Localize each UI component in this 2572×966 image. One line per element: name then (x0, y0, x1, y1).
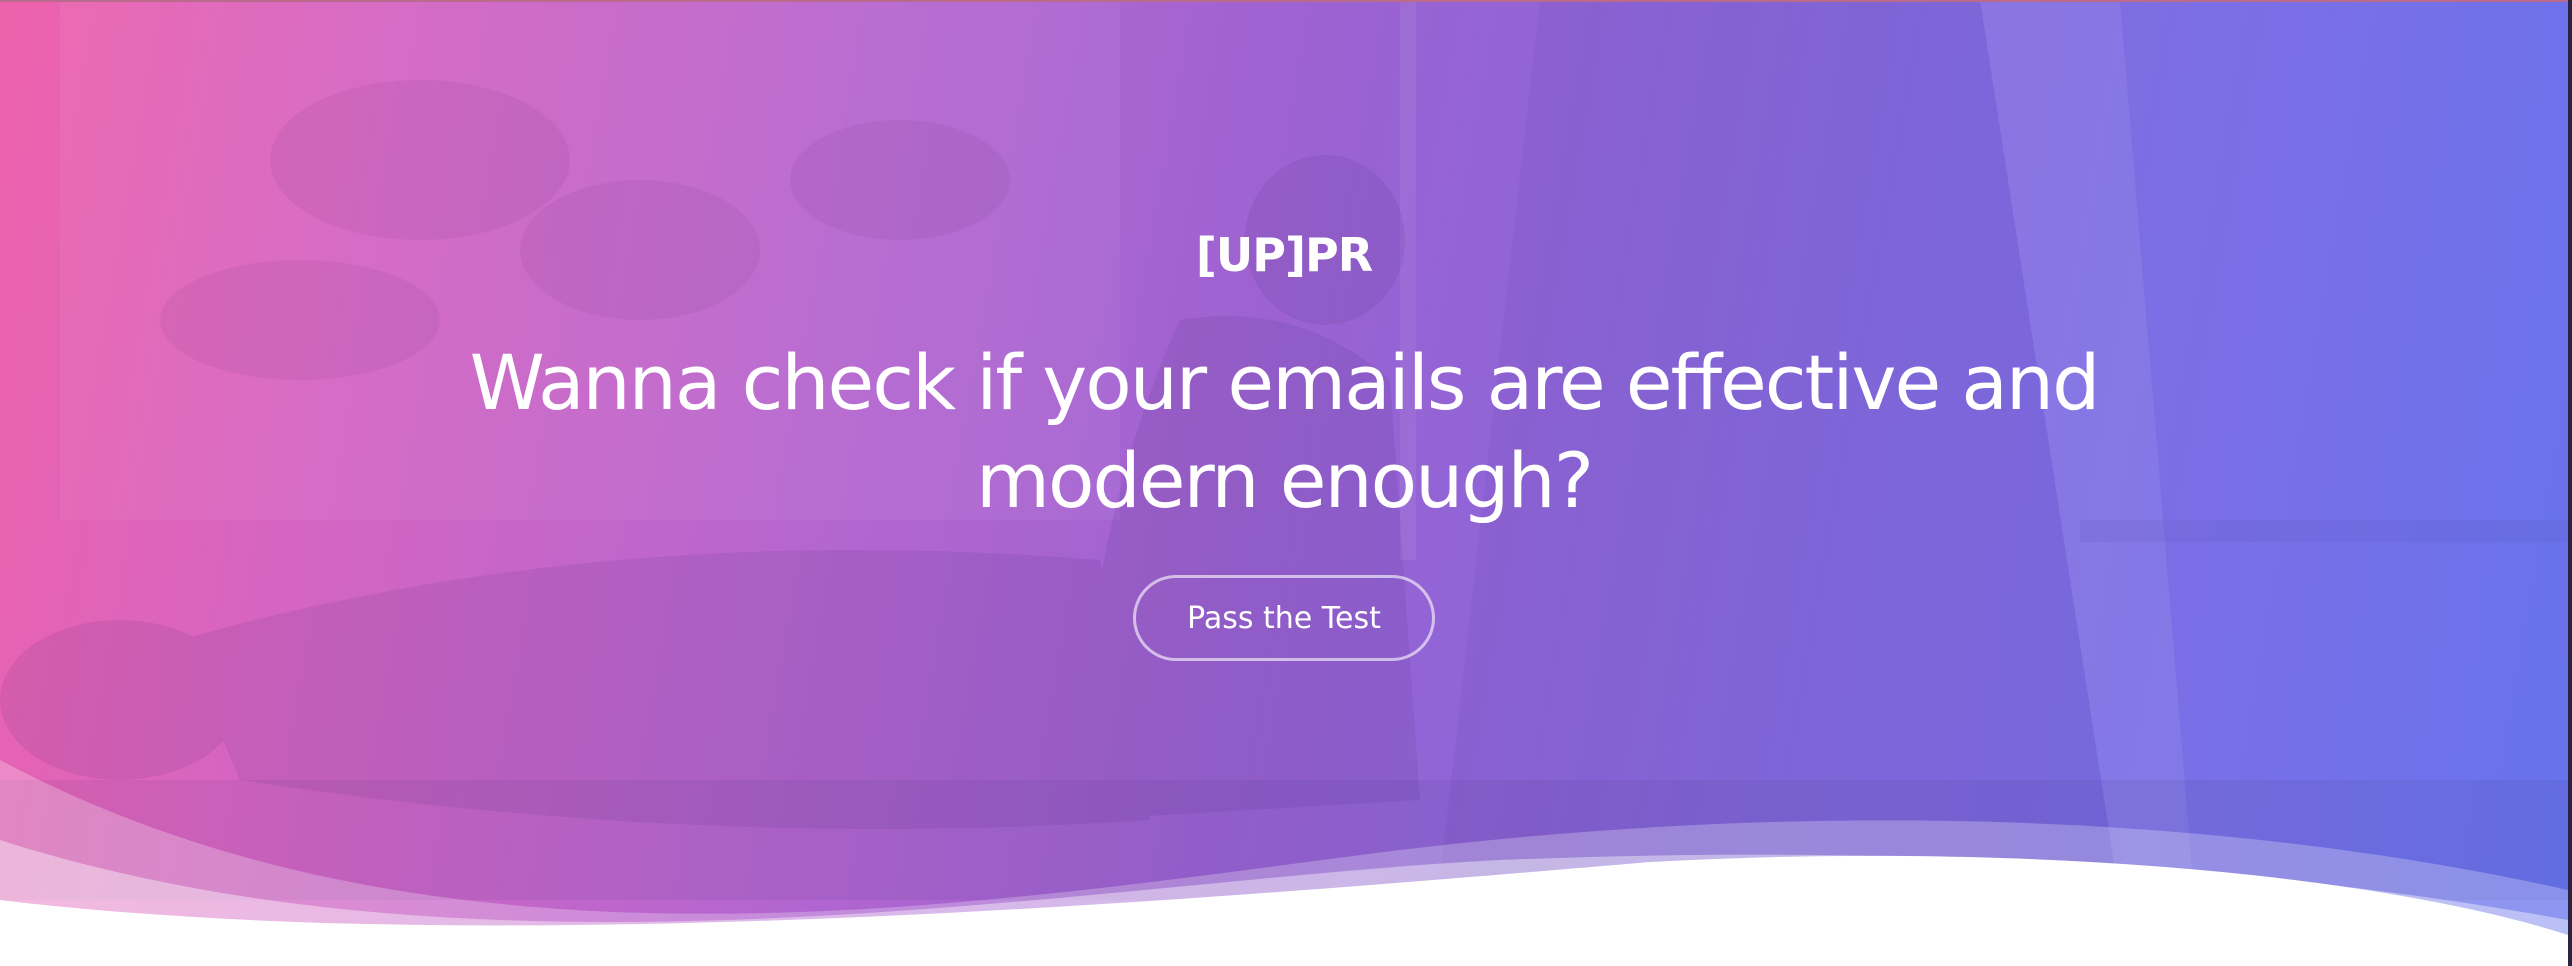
pass-the-test-button[interactable]: Pass the Test (1133, 575, 1435, 661)
hero-content: [UP]PR Wanna check if your emails are ef… (0, 0, 2568, 966)
top-border-line (0, 0, 2572, 2)
right-edge-scrollbar (2568, 0, 2572, 966)
hero-section: [UP]PR Wanna check if your emails are ef… (0, 0, 2572, 966)
brand-logo[interactable]: [UP]PR (0, 232, 2568, 278)
hero-headline: Wanna check if your emails are effective… (469, 338, 2101, 525)
